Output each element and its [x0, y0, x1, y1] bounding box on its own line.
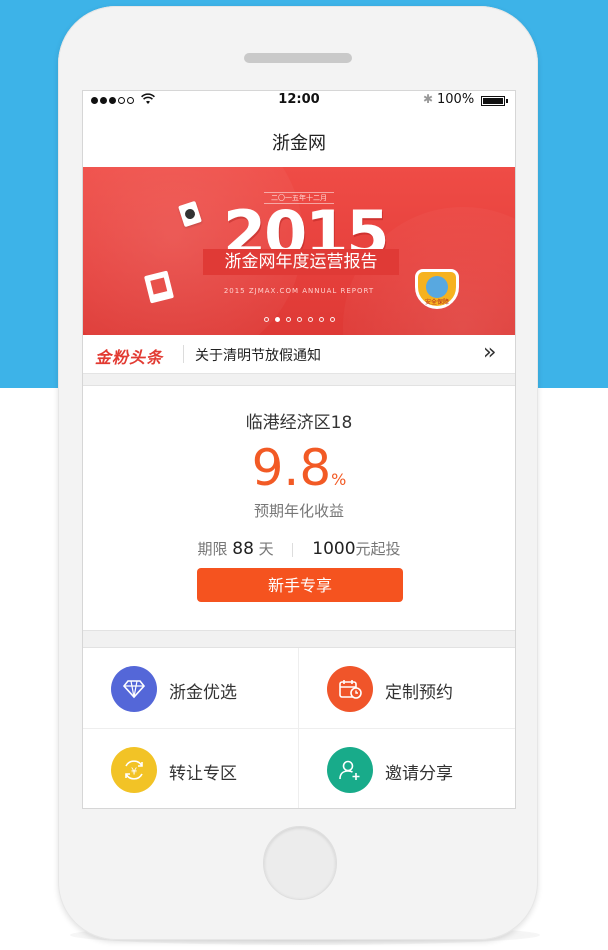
double-chevron-right-icon[interactable]: »	[483, 340, 496, 365]
phone-frame: 12:00 ✱ 100% 浙金网 二〇一五年十二月 2015 浙金网年度运营报告…	[58, 6, 538, 940]
grid-item-transfer[interactable]: ¥ 转让专区	[83, 729, 299, 808]
news-headline[interactable]: 关于清明节放假通知	[195, 345, 321, 365]
diamond-icon	[111, 666, 157, 712]
svg-text:¥: ¥	[131, 767, 137, 778]
app-screen: 12:00 ✱ 100% 浙金网 二〇一五年十二月 2015 浙金网年度运营报告…	[82, 90, 516, 809]
phone-speaker	[244, 53, 352, 63]
grid-item-invite[interactable]: 邀请分享	[299, 729, 515, 808]
feature-grid: 浙金优选 定制预约 ¥ 转让专区 邀请分享	[83, 647, 515, 808]
term-unit: 天	[258, 540, 274, 558]
grid-item-label: 浙金优选	[169, 683, 237, 703]
carousel-dot[interactable]	[318, 317, 324, 322]
nav-bar: 浙金网	[83, 111, 515, 167]
product-terms: 期限 88 天 1000元起投	[83, 538, 515, 559]
carousel-dot[interactable]	[296, 317, 302, 322]
carousel-dot[interactable]	[285, 317, 291, 322]
term-prefix: 期限	[197, 540, 228, 558]
product-card[interactable]: 临港经济区18 9.8% 预期年化收益 期限 88 天 1000元起投 新手专享	[83, 385, 515, 631]
grid-item-reserve[interactable]: 定制预约	[299, 648, 515, 729]
banner-subtitle: 2015 ZJMAX.COM ANNUAL REPORT	[223, 287, 375, 295]
news-logo: 金粉头条	[95, 348, 164, 367]
carousel-dot[interactable]	[263, 317, 269, 322]
home-button[interactable]	[263, 826, 337, 900]
rate-value: 9.8	[251, 439, 332, 497]
grid-item-label: 邀请分享	[385, 764, 453, 784]
banner-title: 浙金网年度运营报告	[203, 249, 399, 275]
min-invest-value: 1000	[312, 539, 356, 559]
carousel-dot[interactable]	[274, 317, 280, 322]
news-ticker[interactable]: 金粉头条 关于清明节放假通知 »	[83, 335, 515, 374]
page-title: 浙金网	[272, 133, 326, 154]
grid-item-label: 定制预约	[385, 683, 453, 703]
carousel-dot[interactable]	[307, 317, 313, 322]
carousel-dot[interactable]	[329, 317, 335, 322]
min-invest-unit: 元起投	[355, 540, 401, 558]
newbie-button[interactable]: 新手专享	[197, 568, 403, 602]
rate-label: 预期年化收益	[253, 502, 344, 520]
battery-icon	[481, 96, 508, 106]
divider	[292, 542, 294, 557]
calendar-clock-icon	[327, 666, 373, 712]
product-name: 临港经济区18	[245, 413, 353, 433]
add-user-icon	[327, 747, 373, 793]
rate-unit: %	[331, 470, 347, 489]
status-bar: 12:00 ✱ 100%	[83, 91, 515, 111]
battery-percent: 100%	[437, 92, 475, 107]
badge-label: 安全保障	[424, 299, 449, 306]
carousel-indicator[interactable]	[83, 317, 515, 322]
grid-item-label: 转让专区	[169, 764, 237, 784]
bluetooth-icon: ✱	[423, 92, 434, 106]
divider	[183, 345, 184, 363]
grid-item-featured[interactable]: 浙金优选	[83, 648, 299, 729]
yuan-exchange-icon: ¥	[111, 747, 157, 793]
promo-banner[interactable]: 二〇一五年十二月 2015 浙金网年度运营报告 2015 ZJMAX.COM A…	[83, 167, 515, 335]
term-value: 88	[232, 539, 254, 559]
